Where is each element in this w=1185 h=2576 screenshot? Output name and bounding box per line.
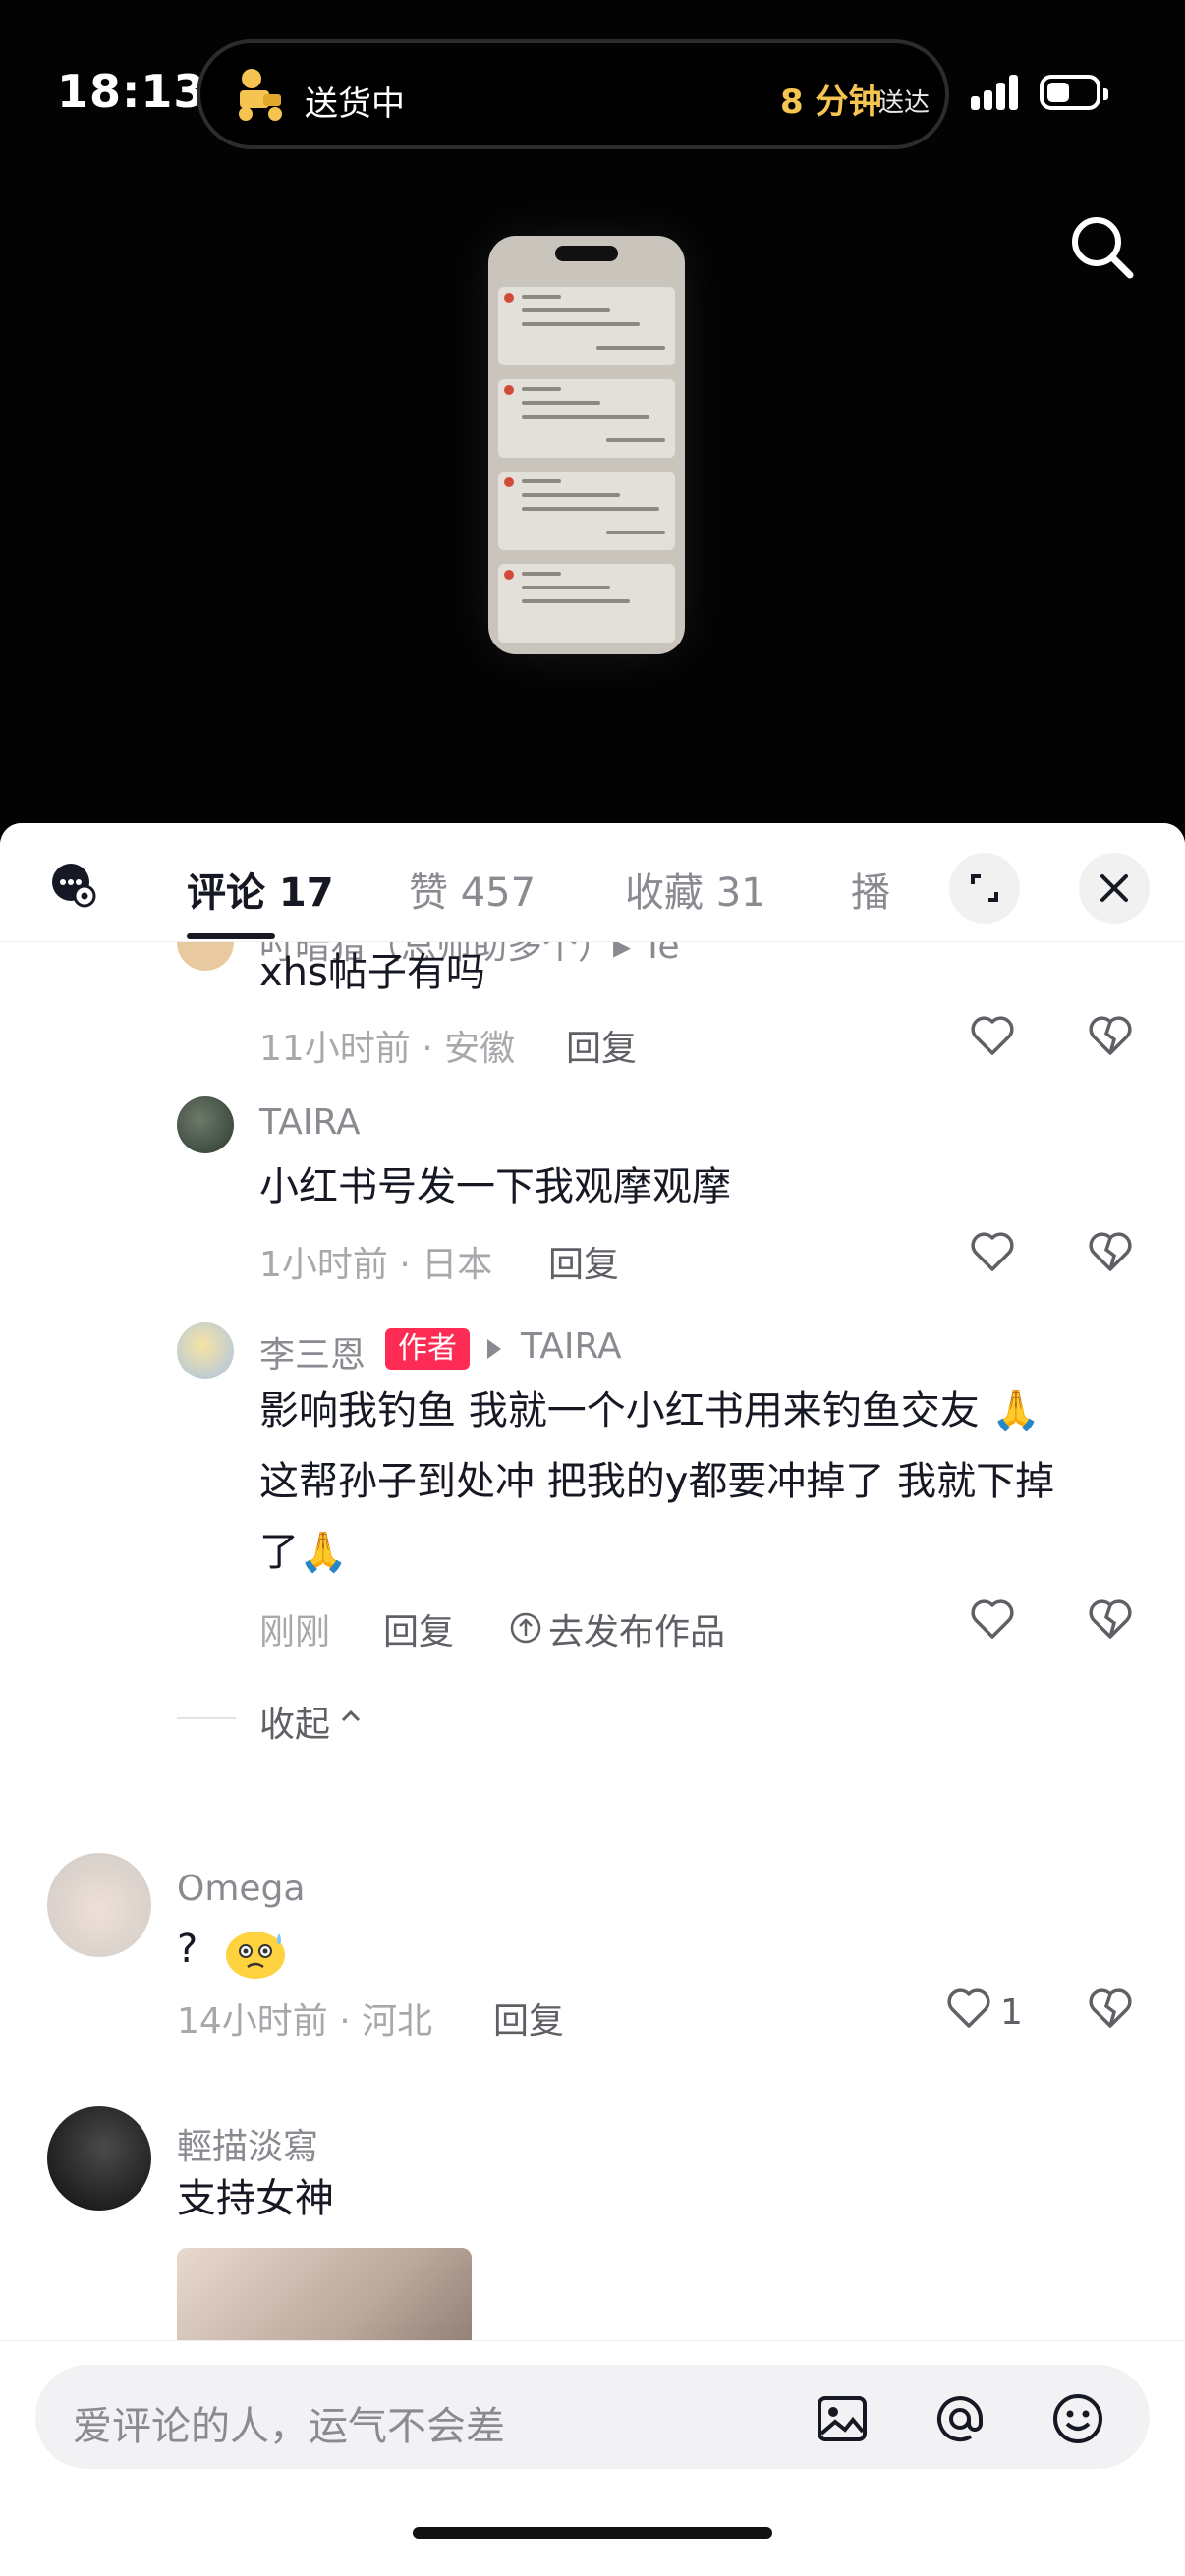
comment-image[interactable] <box>177 2248 472 2340</box>
heart-icon[interactable] <box>945 1985 992 2032</box>
reply-button[interactable]: 回复 <box>548 1236 619 1287</box>
heart-icon[interactable] <box>969 1228 1016 1275</box>
comment-username[interactable]: 輕描淡寫 <box>177 2118 318 2169</box>
video-area[interactable]: 18:13 送货中 8 分钟 送达 <box>0 0 1185 845</box>
comment-meta: 1小时前 · 日本 <box>259 1245 493 1285</box>
video-thumbnail <box>488 236 685 654</box>
delivery-eta: 8 分钟 <box>780 83 882 122</box>
battery-icon <box>1040 75 1108 110</box>
comment-text: ? <box>177 1927 198 1972</box>
sheet-tab-bar: 评论 17 赞 457 收藏 31 播 <box>0 823 1185 942</box>
avatar[interactable] <box>47 2106 151 2211</box>
comment-meta: 11小时前 · 安徽 <box>259 1029 516 1069</box>
expand-button[interactable] <box>949 853 1020 924</box>
reply-button[interactable]: 回复 <box>493 1992 564 2044</box>
reply-arrow-icon <box>487 1339 501 1359</box>
comment-meta: 刚刚 <box>259 1612 331 1652</box>
tab-broadcast[interactable]: 播 <box>851 861 890 918</box>
live-activity-island[interactable]: 送货中 8 分钟 送达 <box>197 39 949 149</box>
tab-favorites[interactable]: 收藏 31 <box>625 861 766 918</box>
comment-text: xhs帖子有吗 <box>259 950 485 995</box>
avatar[interactable] <box>177 941 234 971</box>
tab-likes[interactable]: 赞 457 <box>409 861 536 918</box>
comment-text-line2: 这帮孙子到处冲 把我的y都要冲掉了 我就下掉 <box>259 1459 1055 1504</box>
reply-to-username[interactable]: TAIRA <box>521 1326 622 1367</box>
delivery-scooter-icon <box>239 69 282 121</box>
comment-text-line1: 影响我钓鱼 我就一个小红书用来钓鱼交友 🙏 <box>259 1388 1042 1433</box>
comment-username[interactable]: TAIRA <box>259 1102 361 1143</box>
avatar[interactable] <box>47 1853 151 1957</box>
upload-icon[interactable] <box>509 1611 542 1645</box>
home-indicator[interactable] <box>413 2527 772 2539</box>
sweat-emoji-icon <box>226 1932 285 1979</box>
comment-text-line3: 了🙏 <box>259 1530 348 1575</box>
comment-username[interactable]: 李三恩 <box>259 1326 366 1377</box>
dislike-icon[interactable] <box>1087 1012 1134 1059</box>
comment-meta: 14小时前 · 河北 <box>177 2001 433 2042</box>
heart-icon[interactable] <box>969 1596 1016 1643</box>
comment-settings-icon[interactable] <box>49 861 98 910</box>
emoji-icon[interactable] <box>1049 2390 1106 2447</box>
dislike-icon[interactable] <box>1087 1596 1134 1643</box>
reply-button[interactable]: 回复 <box>566 1020 637 1071</box>
comment-input[interactable]: 爱评论的人，运气不会差 <box>35 2365 1150 2469</box>
comment-list[interactable]: 吋暗猎（总师助多个）▸ Te xhs帖子有吗 11小时前 · 安徽 回复 TAI… <box>0 941 1185 2340</box>
comment-input-placeholder: 爱评论的人，运气不会差 <box>73 2404 505 2449</box>
avatar[interactable] <box>177 1096 234 1153</box>
close-button[interactable] <box>1079 853 1150 924</box>
comment-text: 小红书号发一下我观摩观摩 <box>259 1164 731 1209</box>
heart-icon[interactable] <box>969 1012 1016 1059</box>
delivery-status: 送货中 <box>305 84 405 124</box>
at-icon[interactable] <box>931 2390 988 2447</box>
author-badge: 作者 <box>385 1328 470 1370</box>
comment-username[interactable]: Omega <box>177 1869 305 1909</box>
publish-work-link[interactable]: 去发布作品 <box>548 1603 725 1654</box>
tab-comments[interactable]: 评论 17 <box>187 861 334 918</box>
tab-active-indicator <box>187 933 275 939</box>
expand-icon <box>971 874 998 902</box>
dislike-icon[interactable] <box>1087 1228 1134 1275</box>
dislike-icon[interactable] <box>1087 1985 1134 2032</box>
status-time: 18:13 <box>57 65 206 118</box>
collapse-divider <box>177 1717 236 1719</box>
delivery-eta-suffix: 送达 <box>878 88 931 118</box>
close-icon <box>1100 874 1128 902</box>
collapse-replies-button[interactable]: 收起 <box>259 1696 330 1747</box>
like-count: 1 <box>1000 1992 1023 2033</box>
search-icon[interactable] <box>1067 212 1136 281</box>
image-icon[interactable] <box>814 2390 871 2447</box>
comment-input-bar: 爱评论的人，运气不会差 <box>0 2340 1185 2576</box>
avatar[interactable] <box>177 1322 234 1379</box>
reply-button[interactable]: 回复 <box>383 1603 454 1654</box>
comment-text: 支持女神 <box>177 2176 334 2221</box>
chevron-up-icon[interactable] <box>338 1704 364 1729</box>
comment-sheet: 评论 17 赞 457 收藏 31 播 吋暗猎（总师助多个）▸ Te xhs帖子… <box>0 823 1185 2576</box>
